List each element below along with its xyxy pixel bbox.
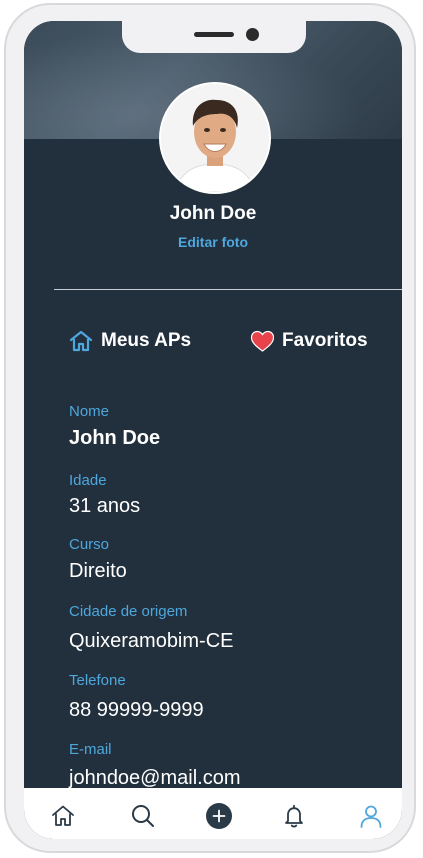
field-label-course: Curso — [69, 536, 110, 553]
field-label-name: Nome — [69, 403, 110, 420]
home-icon — [52, 805, 74, 826]
speaker-slot — [194, 32, 234, 37]
field-value-hometown: Quixeramobim-CE — [69, 630, 234, 652]
nav-home[interactable] — [49, 802, 77, 830]
bottom-nav — [24, 788, 402, 839]
field-label-age: Idade — [69, 472, 107, 489]
nav-search[interactable] — [129, 802, 157, 830]
front-camera — [246, 28, 259, 41]
tab-my-aps[interactable]: Meus APs — [68, 328, 191, 354]
divider — [54, 289, 402, 290]
profile-name: John Doe — [169, 203, 257, 224]
tab-my-aps-label: Meus APs — [101, 330, 192, 351]
phone-notch — [122, 21, 306, 53]
field-value-course: Direito — [69, 560, 127, 582]
avatar[interactable] — [159, 82, 271, 194]
nav-add[interactable] — [205, 802, 233, 830]
nav-notifications[interactable] — [280, 802, 308, 830]
field-value-name: John Doe — [69, 427, 161, 449]
avatar-portrait — [161, 84, 269, 192]
bell-icon — [285, 804, 303, 828]
profile-screen: John Doe Editar foto Meus APs Favoritos … — [24, 21, 402, 839]
tab-favorites-label: Favoritos — [282, 330, 368, 351]
edit-photo-link[interactable]: Editar foto — [24, 234, 402, 250]
field-value-email: johndoe@mail.com — [69, 767, 241, 789]
add-icon — [206, 803, 232, 829]
field-label-phone: Telefone — [69, 672, 126, 689]
heart-icon — [250, 330, 275, 352]
house-icon — [69, 330, 93, 352]
phone-frame: John Doe Editar foto Meus APs Favoritos … — [4, 3, 416, 853]
search-icon — [132, 805, 154, 827]
field-label-email: E-mail — [69, 741, 112, 758]
tab-favorites[interactable]: Favoritos — [250, 328, 368, 354]
field-value-phone: 88 99999-9999 — [69, 699, 204, 721]
field-label-hometown: Cidade de origem — [69, 603, 188, 620]
user-icon — [360, 805, 382, 828]
nav-profile[interactable] — [357, 802, 385, 830]
field-value-age: 31 anos — [69, 495, 141, 517]
